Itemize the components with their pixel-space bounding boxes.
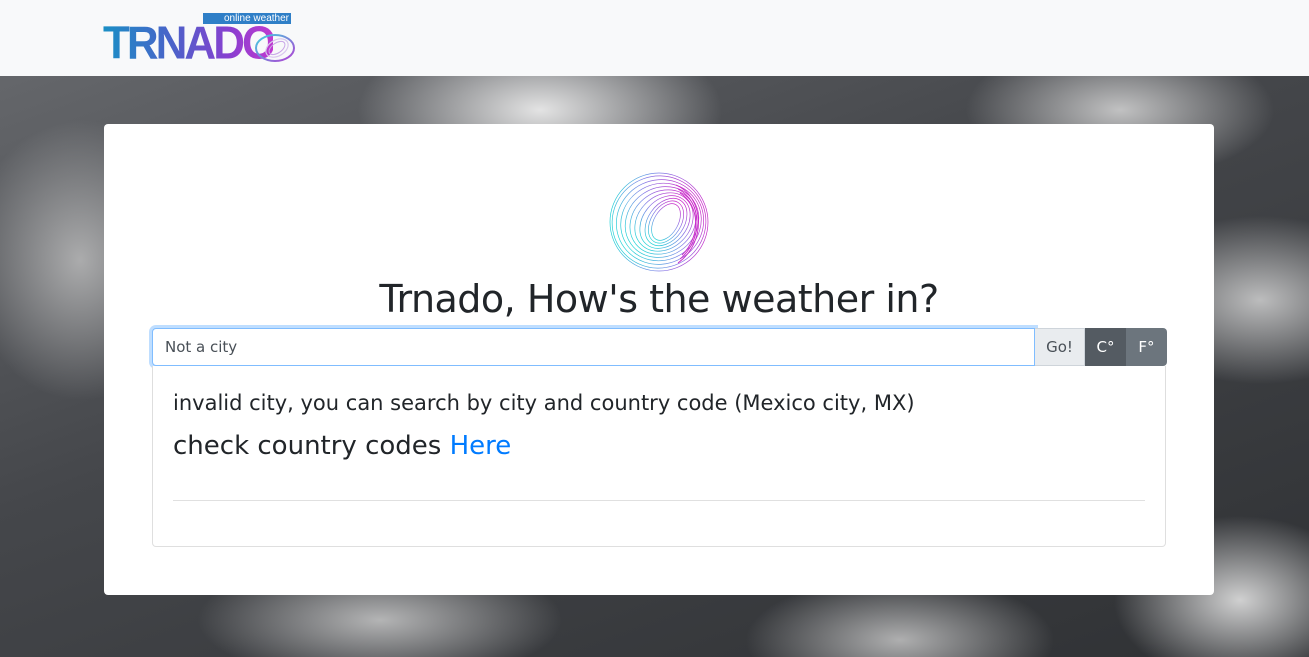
country-codes-link[interactable]: Here: [450, 431, 512, 461]
ring-swirl-icon: [609, 172, 709, 272]
page-title: Trnado, How's the weather in?: [379, 277, 939, 321]
fahrenheit-toggle-button[interactable]: F°: [1126, 328, 1167, 366]
brand-wordmark: TRNADO: [103, 17, 276, 70]
invalid-city-message: invalid city, you can search by city and…: [173, 391, 915, 415]
celsius-toggle-button[interactable]: C°: [1085, 328, 1126, 366]
city-search-input[interactable]: [152, 328, 1035, 366]
city-search-group: Go! C° F°: [152, 328, 1167, 366]
ring-swirl-logo-icon: [255, 34, 295, 62]
top-navbar: online weather TRNADO: [0, 0, 1309, 76]
country-codes-hint: check country codes Here: [173, 429, 511, 463]
weather-search-card: Trnado, How's the weather in? Go! C° F° …: [104, 124, 1214, 595]
country-codes-prefix: check country codes: [173, 431, 450, 461]
go-button[interactable]: Go!: [1035, 328, 1085, 366]
brand-logo[interactable]: online weather TRNADO: [103, 12, 295, 70]
result-divider: [173, 500, 1145, 501]
search-result-panel: invalid city, you can search by city and…: [152, 366, 1166, 547]
